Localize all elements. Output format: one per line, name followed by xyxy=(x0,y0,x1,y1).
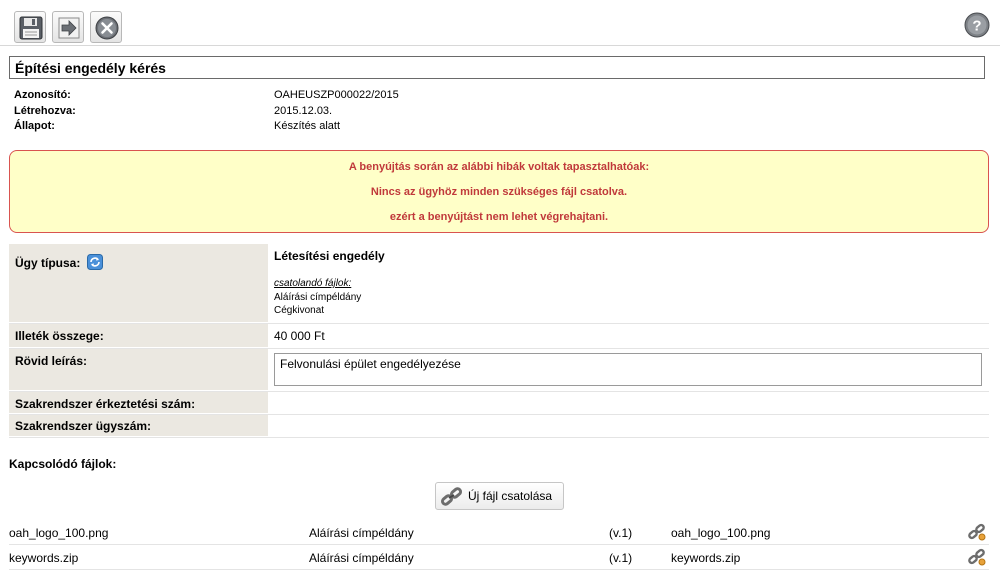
close-circle-icon xyxy=(95,16,119,40)
error-alert: A benyújtás során az alábbi hibák voltak… xyxy=(9,150,989,233)
meta-id-label: Azonosító: xyxy=(14,89,71,101)
short-desc-field[interactable]: Felvonulási épület engedélyezése xyxy=(274,353,982,386)
help-button[interactable]: ? xyxy=(964,12,990,38)
file-row: keywords.zip Aláírási címpéldány (v.1) k… xyxy=(9,546,989,570)
alert-line-2: Nincs az ügyhöz minden szükséges fájl cs… xyxy=(370,186,628,198)
required-files-label: csatolandó fájlok: xyxy=(274,278,352,289)
file-name[interactable]: oah_logo_100.png xyxy=(9,526,108,540)
cancel-button[interactable] xyxy=(90,11,122,43)
submit-forward-button[interactable] xyxy=(52,11,84,43)
meta-id-value: OAHEUSZP000022/2015 xyxy=(274,89,399,101)
link-file-icon[interactable] xyxy=(968,548,986,566)
meta-state-label: Állapot: xyxy=(14,120,55,132)
fee-label: Illeték összege: xyxy=(9,324,268,347)
attach-file-label: Új fájl csatolása xyxy=(468,489,553,503)
meta-created-value: 2015.12.03. xyxy=(274,105,333,117)
link-file-icon[interactable] xyxy=(968,523,986,541)
floppy-disk-icon xyxy=(19,16,43,40)
arrow-right-icon xyxy=(58,17,80,39)
file-original-name[interactable]: oah_logo_100.png xyxy=(671,526,770,540)
case-type-value: Létesítési engedély xyxy=(274,249,385,263)
attach-file-button[interactable]: Új fájl csatolása xyxy=(435,482,564,510)
row-divider xyxy=(9,437,989,438)
file-original-name[interactable]: keywords.zip xyxy=(671,551,740,565)
file-type: Aláírási címpéldány xyxy=(309,551,414,565)
refresh-icon[interactable] xyxy=(86,254,103,270)
case-type-label: Ügy típusa: xyxy=(15,256,81,270)
alert-line-1: A benyújtás során az alábbi hibák voltak… xyxy=(348,161,650,173)
link-chain-icon xyxy=(440,487,463,506)
file-row: oah_logo_100.png Aláírási címpéldány (v.… xyxy=(9,521,989,545)
required-file-item: Cégkivonat xyxy=(274,305,325,316)
case-type-label-cell: Ügy típusa: xyxy=(9,244,268,322)
short-desc-label: Rövid leírás: xyxy=(9,349,268,390)
file-version: (v.1) xyxy=(609,551,633,565)
case-number-label: Szakrendszer ügyszám: xyxy=(9,415,268,436)
question-mark-icon: ? xyxy=(964,12,990,38)
file-name[interactable]: keywords.zip xyxy=(9,551,78,565)
related-files-heading: Kapcsolódó fájlok: xyxy=(9,457,117,471)
svg-text:?: ? xyxy=(972,18,981,35)
page-title: Építési engedély kérés xyxy=(9,56,985,79)
arrival-number-label: Szakrendszer érkeztetési szám: xyxy=(9,392,268,413)
file-version: (v.1) xyxy=(609,526,633,540)
alert-line-3: ezért a benyújtást nem lehet végrehajtan… xyxy=(389,211,609,223)
meta-state-value: Készítés alatt xyxy=(274,120,341,132)
toolbar: ? xyxy=(0,0,1000,46)
save-button[interactable] xyxy=(14,11,46,43)
fee-value: 40 000 Ft xyxy=(274,329,325,343)
file-type: Aláírási címpéldány xyxy=(309,526,414,540)
required-file-item: Aláírási címpéldány xyxy=(274,292,362,303)
meta-created-label: Létrehozva: xyxy=(14,105,76,117)
